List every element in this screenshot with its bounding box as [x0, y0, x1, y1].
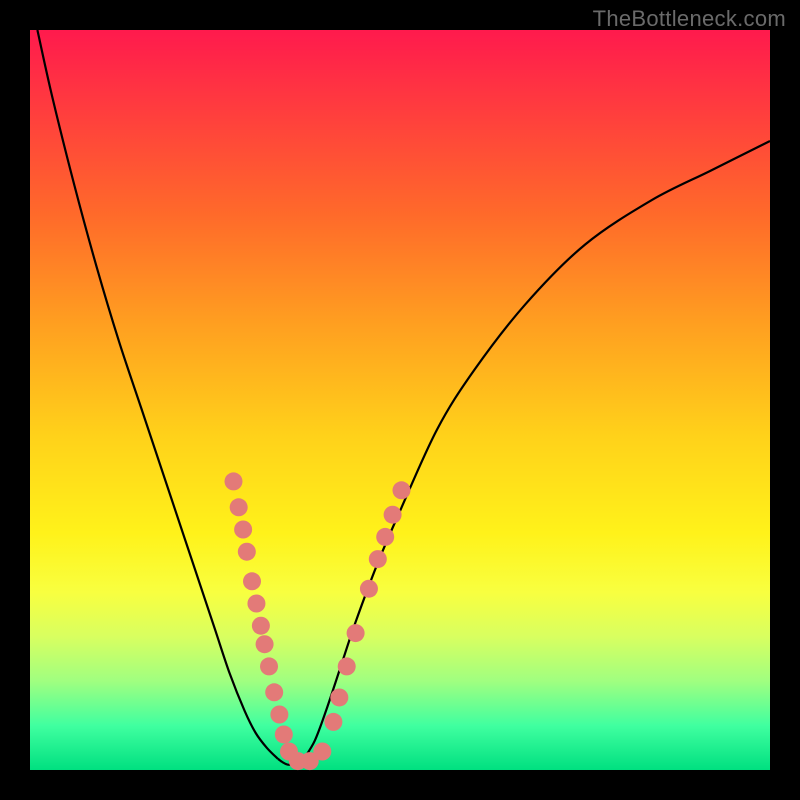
highlight-dot — [347, 624, 365, 642]
highlight-dot — [256, 635, 274, 653]
highlight-dot — [247, 595, 265, 613]
highlight-dot — [392, 481, 410, 499]
curve-right — [304, 141, 770, 759]
chart-frame: TheBottleneck.com — [0, 0, 800, 800]
highlight-dot — [338, 657, 356, 675]
watermark-text: TheBottleneck.com — [593, 6, 786, 32]
highlight-dot — [275, 725, 293, 743]
highlight-dot — [243, 572, 261, 590]
highlight-dot — [360, 580, 378, 598]
highlight-dot — [376, 528, 394, 546]
highlight-dot — [252, 617, 270, 635]
highlight-dot — [313, 743, 331, 761]
highlight-dot — [330, 688, 348, 706]
highlight-dot — [260, 657, 278, 675]
plot-area — [30, 30, 770, 770]
highlight-dot — [225, 472, 243, 490]
highlight-dot — [369, 550, 387, 568]
highlight-dot — [265, 683, 283, 701]
highlight-dot — [230, 498, 248, 516]
highlight-dot — [270, 706, 288, 724]
highlight-dot — [324, 713, 342, 731]
chart-overlay-svg — [30, 30, 770, 770]
curve-left — [37, 30, 278, 759]
highlight-dot — [384, 506, 402, 524]
highlight-dot — [238, 543, 256, 561]
highlight-dot — [234, 521, 252, 539]
